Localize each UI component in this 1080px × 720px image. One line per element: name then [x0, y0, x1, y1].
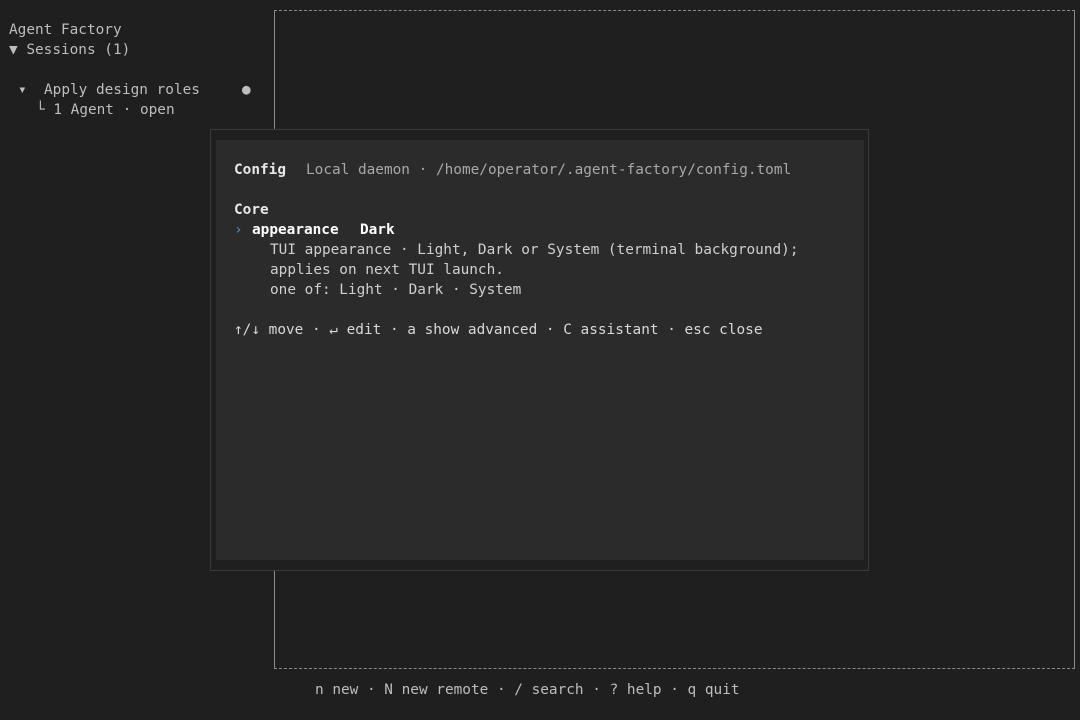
selection-cursor-icon: › — [234, 222, 243, 238]
setting-appearance-value[interactable]: Dark — [360, 220, 395, 240]
session-item-apply-design-roles[interactable]: ▾ Apply design roles — [18, 80, 200, 100]
setting-appearance-name[interactable]: appearance — [252, 220, 339, 240]
setting-description: TUI appearance · Light, Dark or System (… — [270, 242, 799, 258]
session-agent-summary[interactable]: └ 1 Agent · open — [36, 100, 175, 120]
setting-description-cont: applies on next TUI launch. — [270, 262, 504, 278]
app-title: Agent Factory — [9, 22, 122, 38]
config-modal: Config Local daemon · /home/operator/.ag… — [210, 129, 869, 571]
sessions-header[interactable]: ▼ Sessions (1) — [9, 40, 130, 60]
config-source-path: Local daemon · /home/operator/.agent-fac… — [306, 162, 792, 178]
modal-keybinding-hints: ↑/↓ move · ↵ edit · a show advanced · C … — [234, 322, 763, 338]
footer-keybinding-hints: n new · N new remote · / search · ? help… — [315, 682, 740, 698]
setting-options: one of: Light · Dark · System — [270, 282, 522, 298]
section-heading-core: Core — [234, 202, 269, 218]
config-modal-body: Config Local daemon · /home/operator/.ag… — [216, 140, 864, 560]
modal-title: Config — [234, 162, 286, 178]
session-status-dot-icon: ● — [242, 82, 251, 98]
